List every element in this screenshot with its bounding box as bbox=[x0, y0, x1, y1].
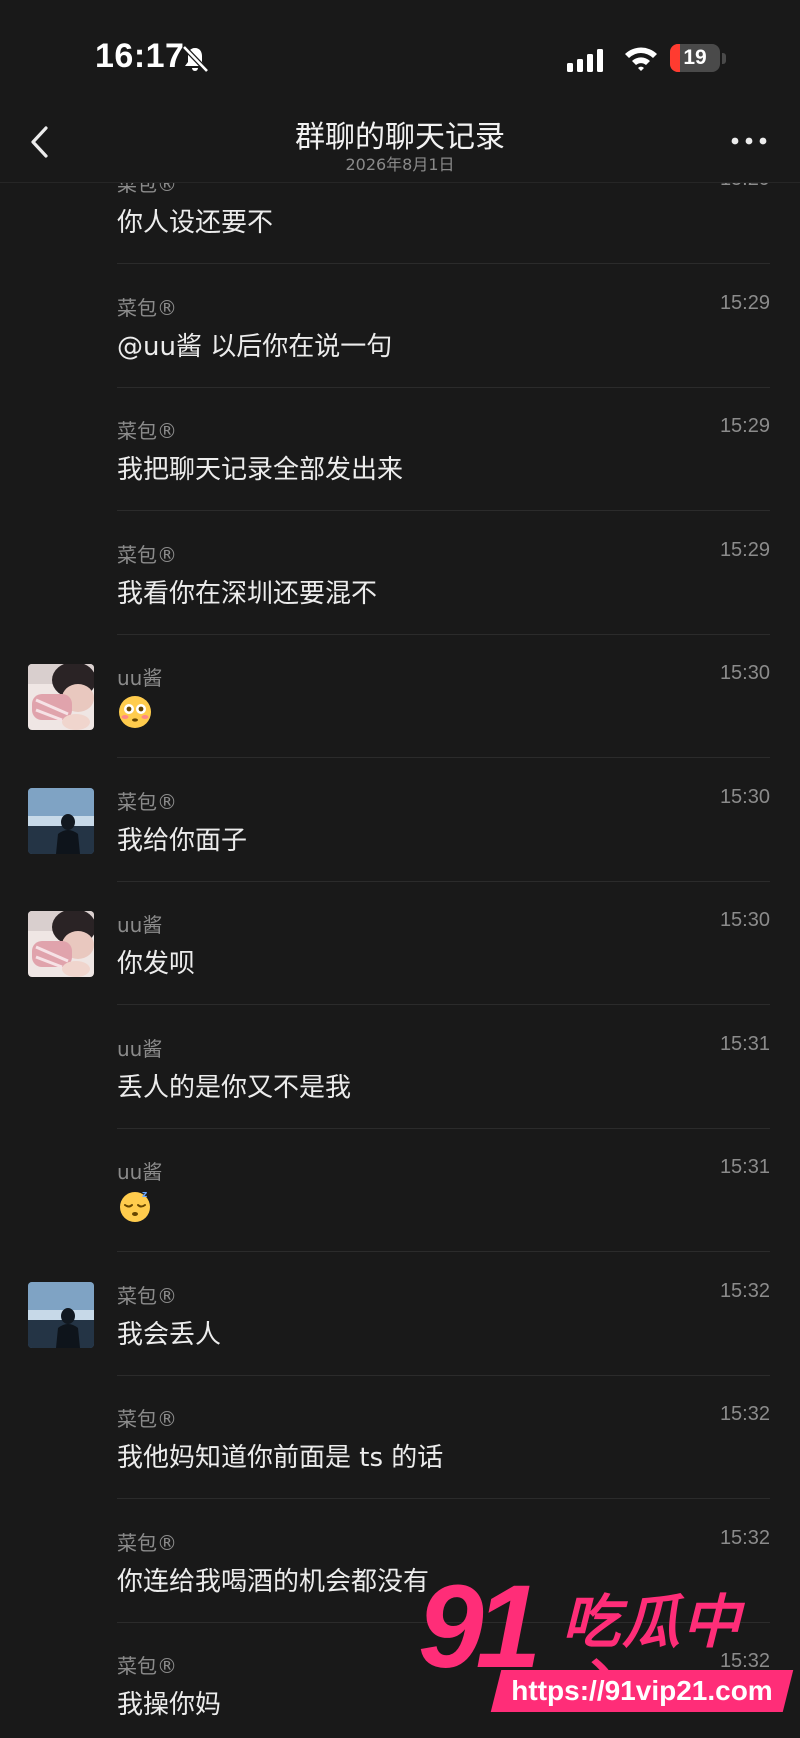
message-text: 我看你在深圳还要混不 bbox=[117, 579, 378, 609]
message-sender: 菜包® bbox=[117, 296, 177, 320]
nav-bar: 群聊的聊天记录 2026年8月1日 bbox=[0, 100, 800, 183]
message-time: 15:32 bbox=[719, 1280, 770, 1302]
message-row[interactable]: uu酱 15:30 bbox=[0, 634, 800, 758]
flushed-face-emoji bbox=[117, 694, 153, 730]
message-time: 15:30 bbox=[719, 909, 770, 931]
avatar[interactable] bbox=[28, 788, 94, 854]
site-watermark: 91 吃瓜中心 https://91vip21.com bbox=[410, 1568, 800, 1738]
page-title: 群聊的聊天记录 bbox=[295, 120, 505, 155]
message-time: 15:31 bbox=[719, 1033, 770, 1055]
battery-body: 19 bbox=[670, 44, 720, 72]
message-text: 我把聊天记录全部发出来 bbox=[117, 455, 404, 485]
message-time: 15:32 bbox=[719, 1403, 770, 1425]
message-time: 15:30 bbox=[719, 662, 770, 684]
status-time: 16:17 bbox=[95, 37, 185, 75]
bell-slash-icon bbox=[182, 45, 209, 73]
message-time: 15:29 bbox=[719, 415, 770, 437]
svg-text:z: z bbox=[142, 1190, 147, 1200]
message-text: 丢人的是你又不是我 bbox=[117, 1073, 352, 1103]
message-sender: 菜包® bbox=[117, 790, 177, 814]
message-sender: uu酱 bbox=[117, 1160, 163, 1184]
message-sender: uu酱 bbox=[117, 666, 163, 690]
message-row[interactable]: 菜包® 15:32 我他妈知道你前面是 ts 的话 bbox=[0, 1375, 800, 1499]
message-text: 我会丢人 bbox=[117, 1320, 222, 1350]
message-text: @uu酱 以后你在说一句 bbox=[117, 332, 393, 362]
more-dots-icon[interactable] bbox=[726, 126, 772, 156]
wifi-icon bbox=[625, 47, 657, 71]
message-sender: 菜包® bbox=[117, 1284, 177, 1308]
message-row[interactable]: 菜包® 15:29 我看你在深圳还要混不 bbox=[0, 511, 800, 635]
message-sender: 菜包® bbox=[117, 543, 177, 567]
message-text: 我他妈知道你前面是 ts 的话 bbox=[117, 1443, 444, 1473]
message-row[interactable]: uu酱 15:31 丢人的是你又不是我 bbox=[0, 1005, 800, 1129]
message-row[interactable]: uu酱 15:31 z bbox=[0, 1128, 800, 1252]
message-row[interactable]: 菜包® 15:30 我给你面子 bbox=[0, 758, 800, 882]
avatar[interactable] bbox=[28, 911, 94, 977]
message-sender: 菜包® bbox=[117, 1654, 177, 1678]
message-sender: uu酱 bbox=[117, 913, 163, 937]
cellular-signal-icon bbox=[567, 49, 603, 72]
message-row[interactable]: 菜包® 15:29 我把聊天记录全部发出来 bbox=[0, 387, 800, 511]
message-row[interactable]: uu酱 15:30 你发呗 bbox=[0, 881, 800, 1005]
message-text: 你人设还要不 bbox=[117, 208, 274, 238]
avatar[interactable] bbox=[28, 664, 94, 730]
page-subtitle-date: 2026年8月1日 bbox=[345, 155, 455, 174]
watermark-url: https://91vip21.com bbox=[511, 1675, 773, 1706]
status-bar: 16:17 19 bbox=[0, 0, 800, 100]
battery-tip bbox=[722, 53, 726, 64]
message-row[interactable]: 菜包® 15:29 @uu酱 以后你在说一句 bbox=[0, 264, 800, 388]
message-time: 15:31 bbox=[719, 1156, 770, 1178]
message-sender: 菜包® bbox=[117, 419, 177, 443]
battery-percent: 19 bbox=[683, 46, 707, 69]
message-sender: uu酱 bbox=[117, 1037, 163, 1061]
message-text: 我给你面子 bbox=[117, 826, 248, 856]
watermark-number: 91 bbox=[418, 1561, 541, 1693]
message-list[interactable]: 菜包®15:29你人设还要不菜包®15:29@uu酱 以后你在说一句菜包®15:… bbox=[0, 0, 800, 1738]
message-sender: 菜包® bbox=[117, 1531, 177, 1555]
sleeping-face-emoji: z bbox=[117, 1188, 153, 1224]
message-time: 15:32 bbox=[719, 1527, 770, 1549]
message-text: 你连给我喝酒的机会都没有 bbox=[117, 1567, 430, 1597]
message-sender: 菜包® bbox=[117, 1407, 177, 1431]
message-time: 15:29 bbox=[719, 539, 770, 561]
message-time: 15:29 bbox=[719, 292, 770, 314]
battery-icon: 19 bbox=[670, 44, 728, 74]
avatar[interactable] bbox=[28, 1282, 94, 1348]
message-text: 你发呗 bbox=[117, 949, 196, 979]
chat-history-screen: 菜包®15:29你人设还要不菜包®15:29@uu酱 以后你在说一句菜包®15:… bbox=[0, 0, 800, 1738]
message-time: 15:30 bbox=[719, 786, 770, 808]
message-text: 我操你妈 bbox=[117, 1690, 222, 1720]
message-row[interactable]: 菜包® 15:32 我会丢人 bbox=[0, 1252, 800, 1376]
